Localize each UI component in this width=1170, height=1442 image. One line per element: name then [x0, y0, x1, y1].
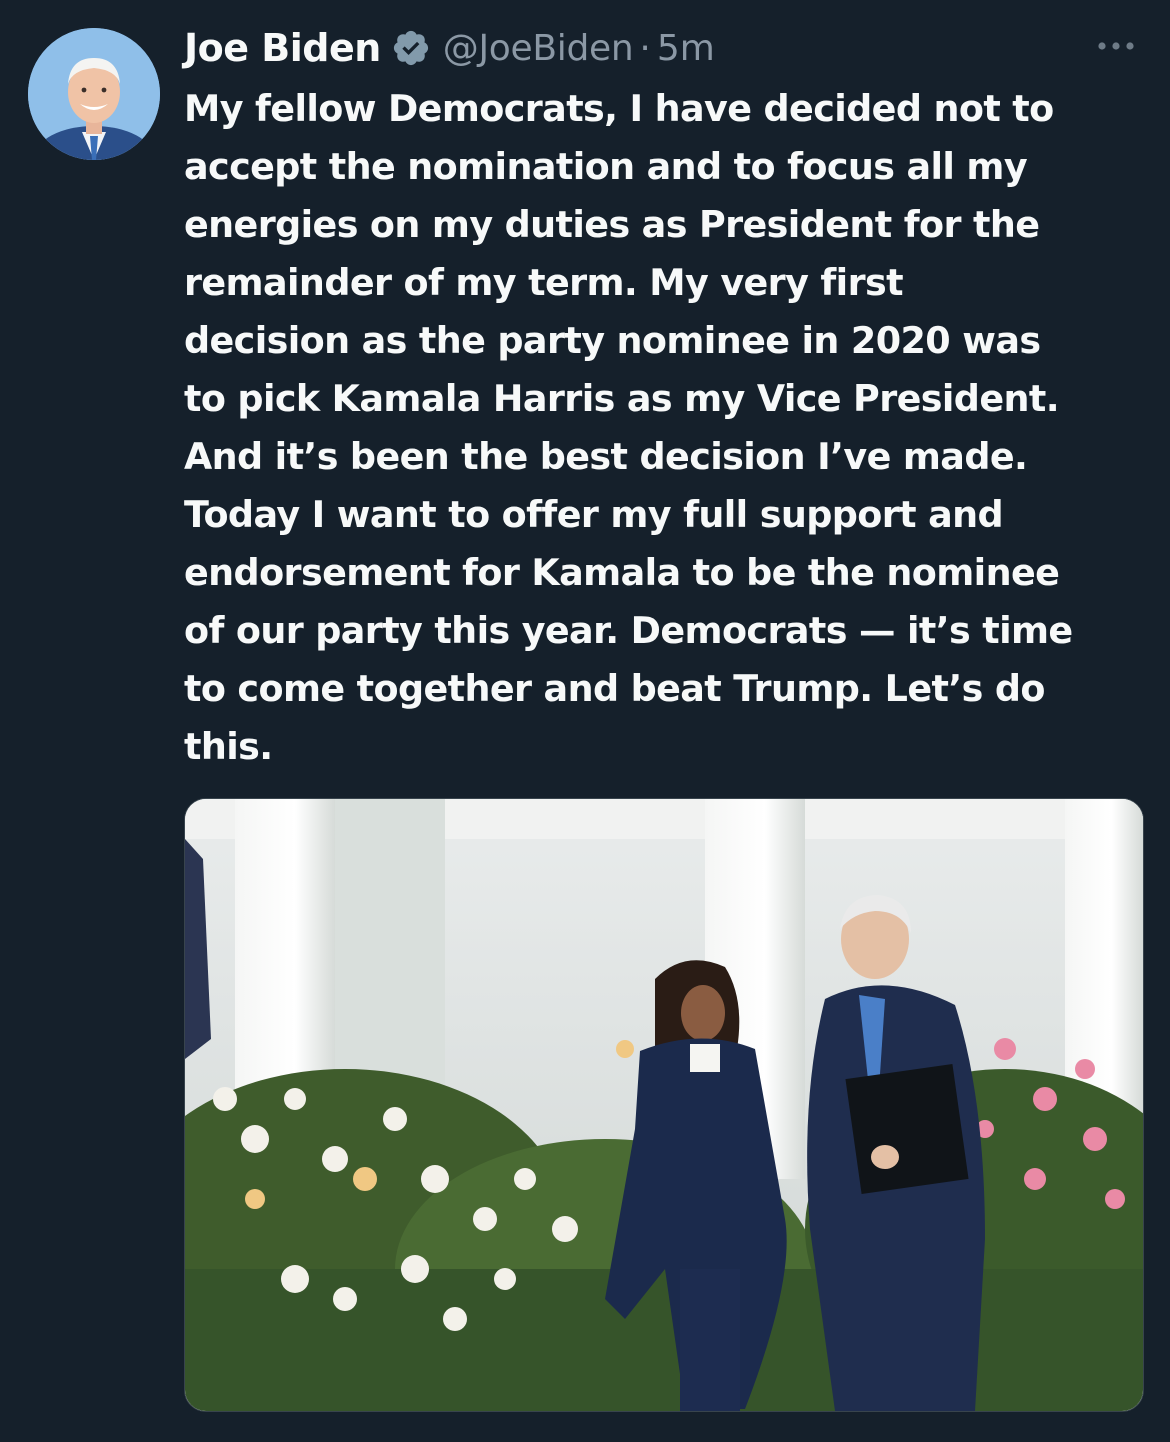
tweet-body-text: My fellow Democrats, I have decided not … [184, 87, 1073, 768]
avatar-photo [28, 28, 160, 160]
author-name[interactable]: Joe Biden [184, 26, 381, 70]
photo-image [185, 799, 1143, 1411]
tweet-timestamp[interactable]: 5m [657, 28, 715, 69]
author-handle[interactable]: @JoeBiden [443, 28, 634, 69]
ellipsis-icon[interactable] [1094, 38, 1138, 54]
tweet-header: Joe Biden @JoeBiden · 5m [184, 20, 715, 76]
tweet-photo[interactable] [184, 798, 1144, 1412]
header-separator: · [639, 27, 651, 69]
verified-badge-icon[interactable] [391, 28, 431, 68]
author-avatar[interactable] [28, 28, 160, 160]
